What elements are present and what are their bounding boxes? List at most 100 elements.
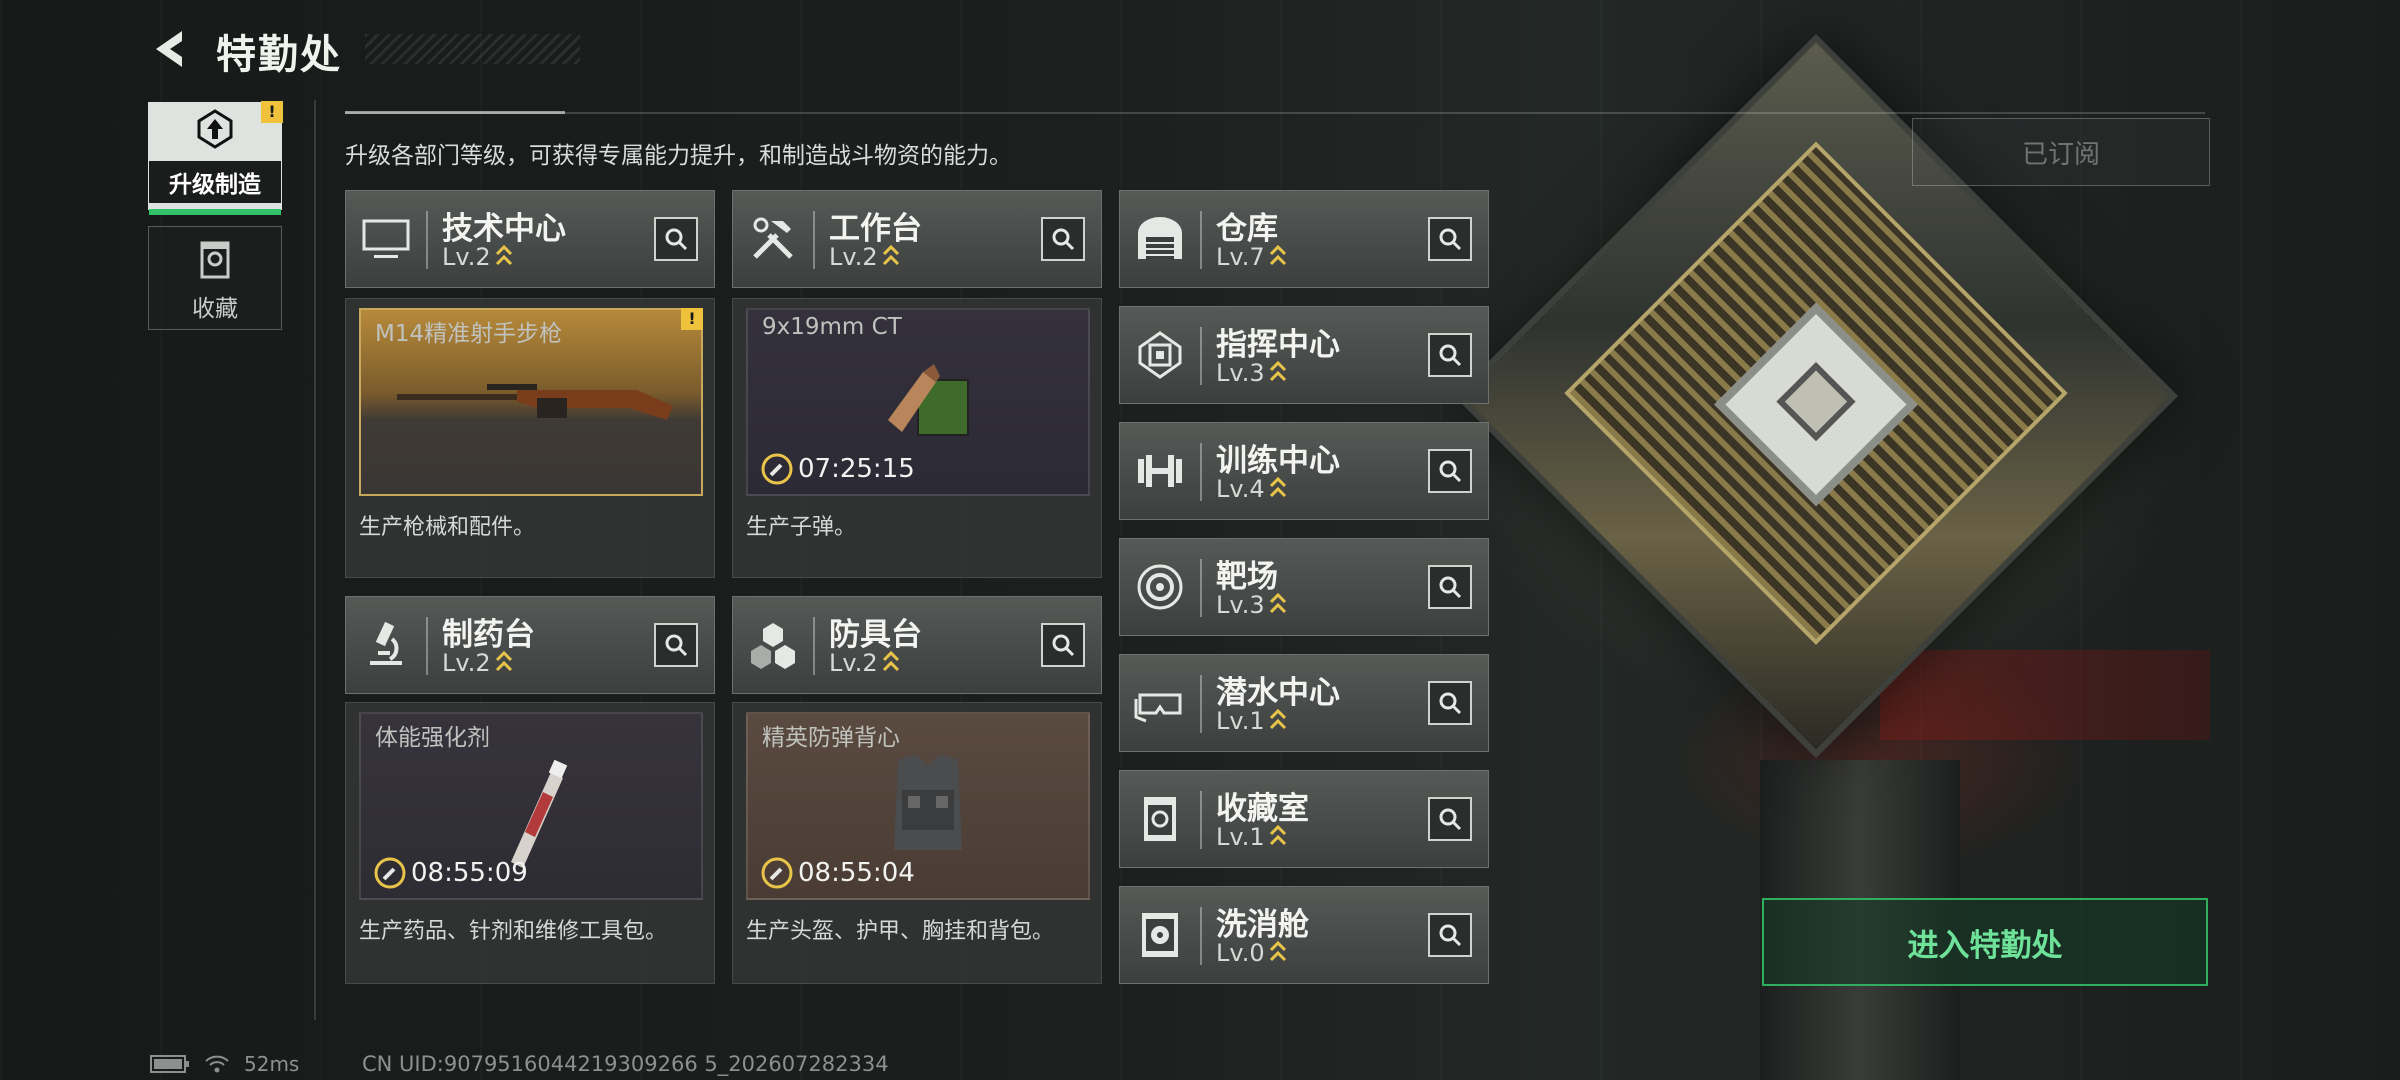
page-title: 特勤处 [216, 32, 342, 78]
dept-card-diving-center[interactable]: 潜水中心 Lv.1 [1119, 654, 1489, 752]
search-icon [1052, 228, 1075, 251]
dept-card-pharmacy[interactable]: 制药台 Lv.2 [345, 596, 715, 694]
product-name: 精英防弹背心 [762, 725, 900, 751]
dept-level: Lv.3 [1216, 591, 1287, 619]
production-panel-tech-center[interactable]: M14精准射手步枪 ! 生产枪械和配件。 [345, 298, 715, 578]
enter-special-ops-button[interactable]: 进入特勤处 [1762, 898, 2208, 986]
alert-badge: ! [261, 101, 283, 123]
dumbbell-icon [1138, 455, 1182, 487]
level-up-icon [1269, 592, 1286, 614]
product-slot[interactable]: 9x19mm CT 07:25:15 [746, 308, 1090, 496]
dept-name: 仓库 [1216, 211, 1278, 247]
production-timer: 07:25:15 [760, 452, 915, 486]
search-icon [1439, 692, 1462, 715]
dept-name: 洗消舱 [1216, 907, 1309, 943]
search-button[interactable] [1428, 449, 1472, 493]
search-icon [1439, 576, 1462, 599]
back-arrow-icon[interactable] [148, 27, 192, 71]
ping-value: 52ms [244, 1052, 300, 1076]
sidebar-item-collection[interactable]: 收藏 [148, 226, 282, 330]
dept-card-decontamination[interactable]: 洗消舱 Lv.0 [1119, 886, 1489, 984]
facility-glow [1880, 650, 2210, 740]
search-button[interactable] [1428, 565, 1472, 609]
product-slot[interactable]: 精英防弹背心 08:55:04 [746, 712, 1090, 900]
dept-card-warehouse[interactable]: 仓库 Lv.7 [1119, 190, 1489, 288]
dept-card-armor-bench[interactable]: 防具台 Lv.2 [732, 596, 1102, 694]
dept-card-tech-center[interactable]: 技术中心 Lv.2 [345, 190, 715, 288]
search-button[interactable] [1041, 217, 1085, 261]
chip-icon [1138, 331, 1182, 379]
product-description: 生产枪械和配件。 [359, 515, 536, 540]
display-case-icon [1144, 797, 1176, 841]
monitor-icon [362, 219, 410, 258]
search-icon [665, 228, 688, 251]
level-up-icon [495, 650, 512, 672]
dept-name: 训练中心 [1216, 443, 1340, 479]
sidebar-item-label: 升级制造 [149, 161, 281, 203]
dept-card-collection-room[interactable]: 收藏室 Lv.1 [1119, 770, 1489, 868]
dept-level: Lv.3 [1216, 359, 1287, 387]
search-button[interactable] [654, 623, 698, 667]
separator [1200, 907, 1202, 965]
product-slot[interactable]: 体能强化剂 08:55:09 [359, 712, 703, 900]
tools-icon [753, 217, 793, 259]
ammo-image [888, 364, 969, 436]
rifle-image [397, 384, 673, 420]
search-button[interactable] [1041, 623, 1085, 667]
search-button[interactable] [1428, 913, 1472, 957]
microscope-icon [370, 621, 402, 665]
dept-level: Lv.1 [1216, 707, 1287, 735]
level-up-icon [1269, 824, 1286, 846]
production-panel-armor-bench[interactable]: 精英防弹背心 08:55:04 生产头盔、护甲、胸挂和背包。 [732, 702, 1102, 984]
search-button[interactable] [654, 217, 698, 261]
production-timer: 08:55:04 [760, 856, 915, 890]
dept-card-shooting-range[interactable]: 靶场 Lv.3 [1119, 538, 1489, 636]
dept-name: 制药台 [442, 617, 535, 653]
product-slot[interactable]: M14精准射手步枪 ! [359, 308, 703, 496]
dept-name: 防具台 [829, 617, 922, 653]
subscribe-button[interactable]: 已订阅 [1912, 118, 2210, 186]
dept-level: Lv.2 [442, 243, 513, 271]
search-button[interactable] [1428, 681, 1472, 725]
product-name: 体能强化剂 [375, 725, 490, 751]
dept-level: Lv.1 [1216, 823, 1287, 851]
goggles-icon [1134, 693, 1182, 723]
header-divider [345, 112, 2205, 114]
dept-name: 技术中心 [442, 211, 566, 247]
production-panel-workbench[interactable]: 9x19mm CT 07:25:15 生产子弹。 [732, 298, 1102, 578]
search-icon [1439, 808, 1462, 831]
search-button[interactable] [1428, 797, 1472, 841]
battery-icon [150, 1055, 189, 1073]
sidebar-item-upgrade-craft[interactable]: 升级制造 ! [148, 101, 283, 215]
wifi-icon [205, 1055, 229, 1073]
vest-image [894, 754, 962, 850]
level-up-icon [1269, 244, 1286, 266]
product-description: 生产药品、针剂和维修工具包。 [359, 919, 668, 944]
search-icon [665, 634, 688, 657]
production-panel-pharmacy[interactable]: 体能强化剂 08:55:09 生产药品、针剂和维修工具包。 [345, 702, 715, 984]
title-decoration [365, 34, 580, 64]
dept-level: Lv.0 [1216, 939, 1287, 967]
wrench-clock-icon [761, 453, 793, 485]
dept-name: 指挥中心 [1216, 327, 1340, 363]
garage-icon [1138, 217, 1182, 259]
hexagon-icon [751, 623, 795, 669]
dept-card-training-center[interactable]: 训练中心 Lv.4 [1119, 422, 1489, 520]
search-button[interactable] [1428, 333, 1472, 377]
product-description: 生产头盔、护甲、胸挂和背包。 [746, 919, 1055, 944]
separator [1200, 559, 1202, 617]
search-button[interactable] [1428, 217, 1472, 261]
search-icon [1439, 460, 1462, 483]
dept-card-workbench[interactable]: 工作台 Lv.2 [732, 190, 1102, 288]
separator [426, 617, 428, 675]
header-divider-accent [345, 111, 565, 114]
dept-level: Lv.4 [1216, 475, 1287, 503]
level-up-icon [882, 244, 899, 266]
separator [813, 617, 815, 675]
wrench-clock-icon [374, 857, 406, 889]
dept-card-command-center[interactable]: 指挥中心 Lv.3 [1119, 306, 1489, 404]
search-icon [1439, 228, 1462, 251]
separator [1200, 211, 1202, 269]
production-timer: 08:55:09 [373, 856, 528, 890]
target-icon [1137, 564, 1183, 610]
